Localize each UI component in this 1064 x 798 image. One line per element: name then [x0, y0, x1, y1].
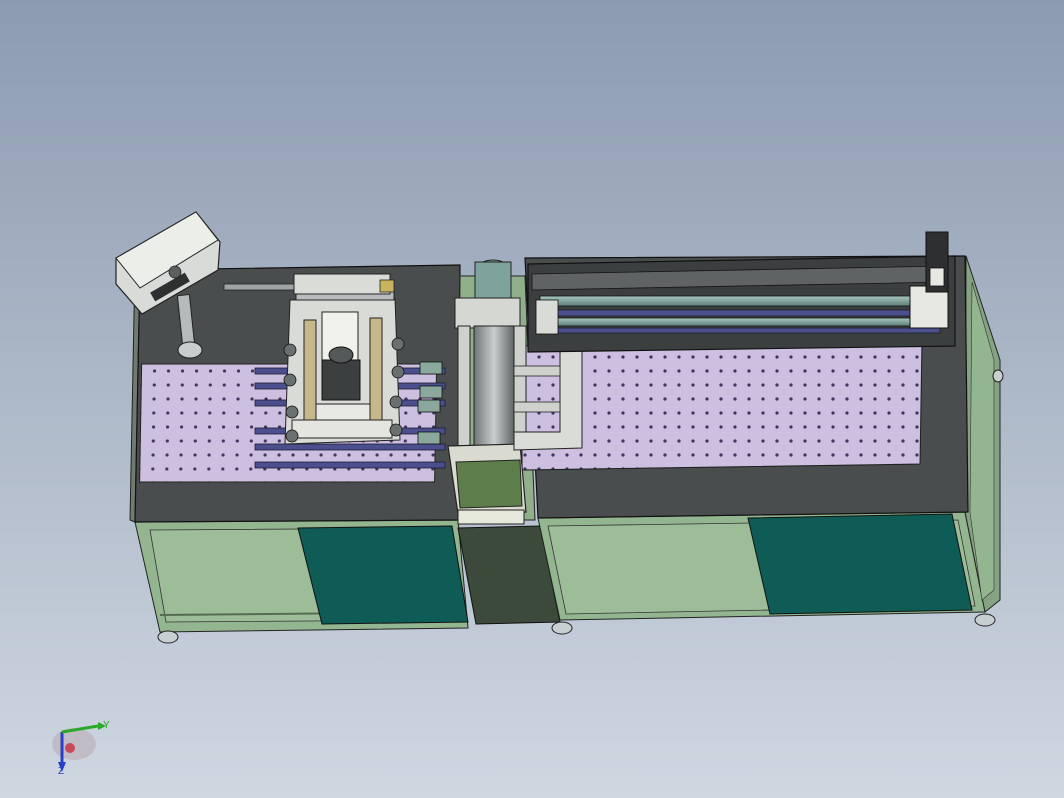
machine-model: Y Z — [52, 211, 1004, 777]
cad-viewport[interactable]: Y Z — [0, 0, 1064, 798]
servo-motor — [321, 359, 361, 401]
access-panel-right — [747, 513, 973, 615]
triad-z-label: Z — [58, 766, 64, 777]
triad-y-label: Y — [103, 720, 110, 731]
coordinate-triad: Y Z — [52, 720, 110, 777]
long-linear-module — [527, 231, 956, 353]
central-pressing-unit — [447, 259, 527, 525]
access-panel-left — [297, 525, 469, 625]
